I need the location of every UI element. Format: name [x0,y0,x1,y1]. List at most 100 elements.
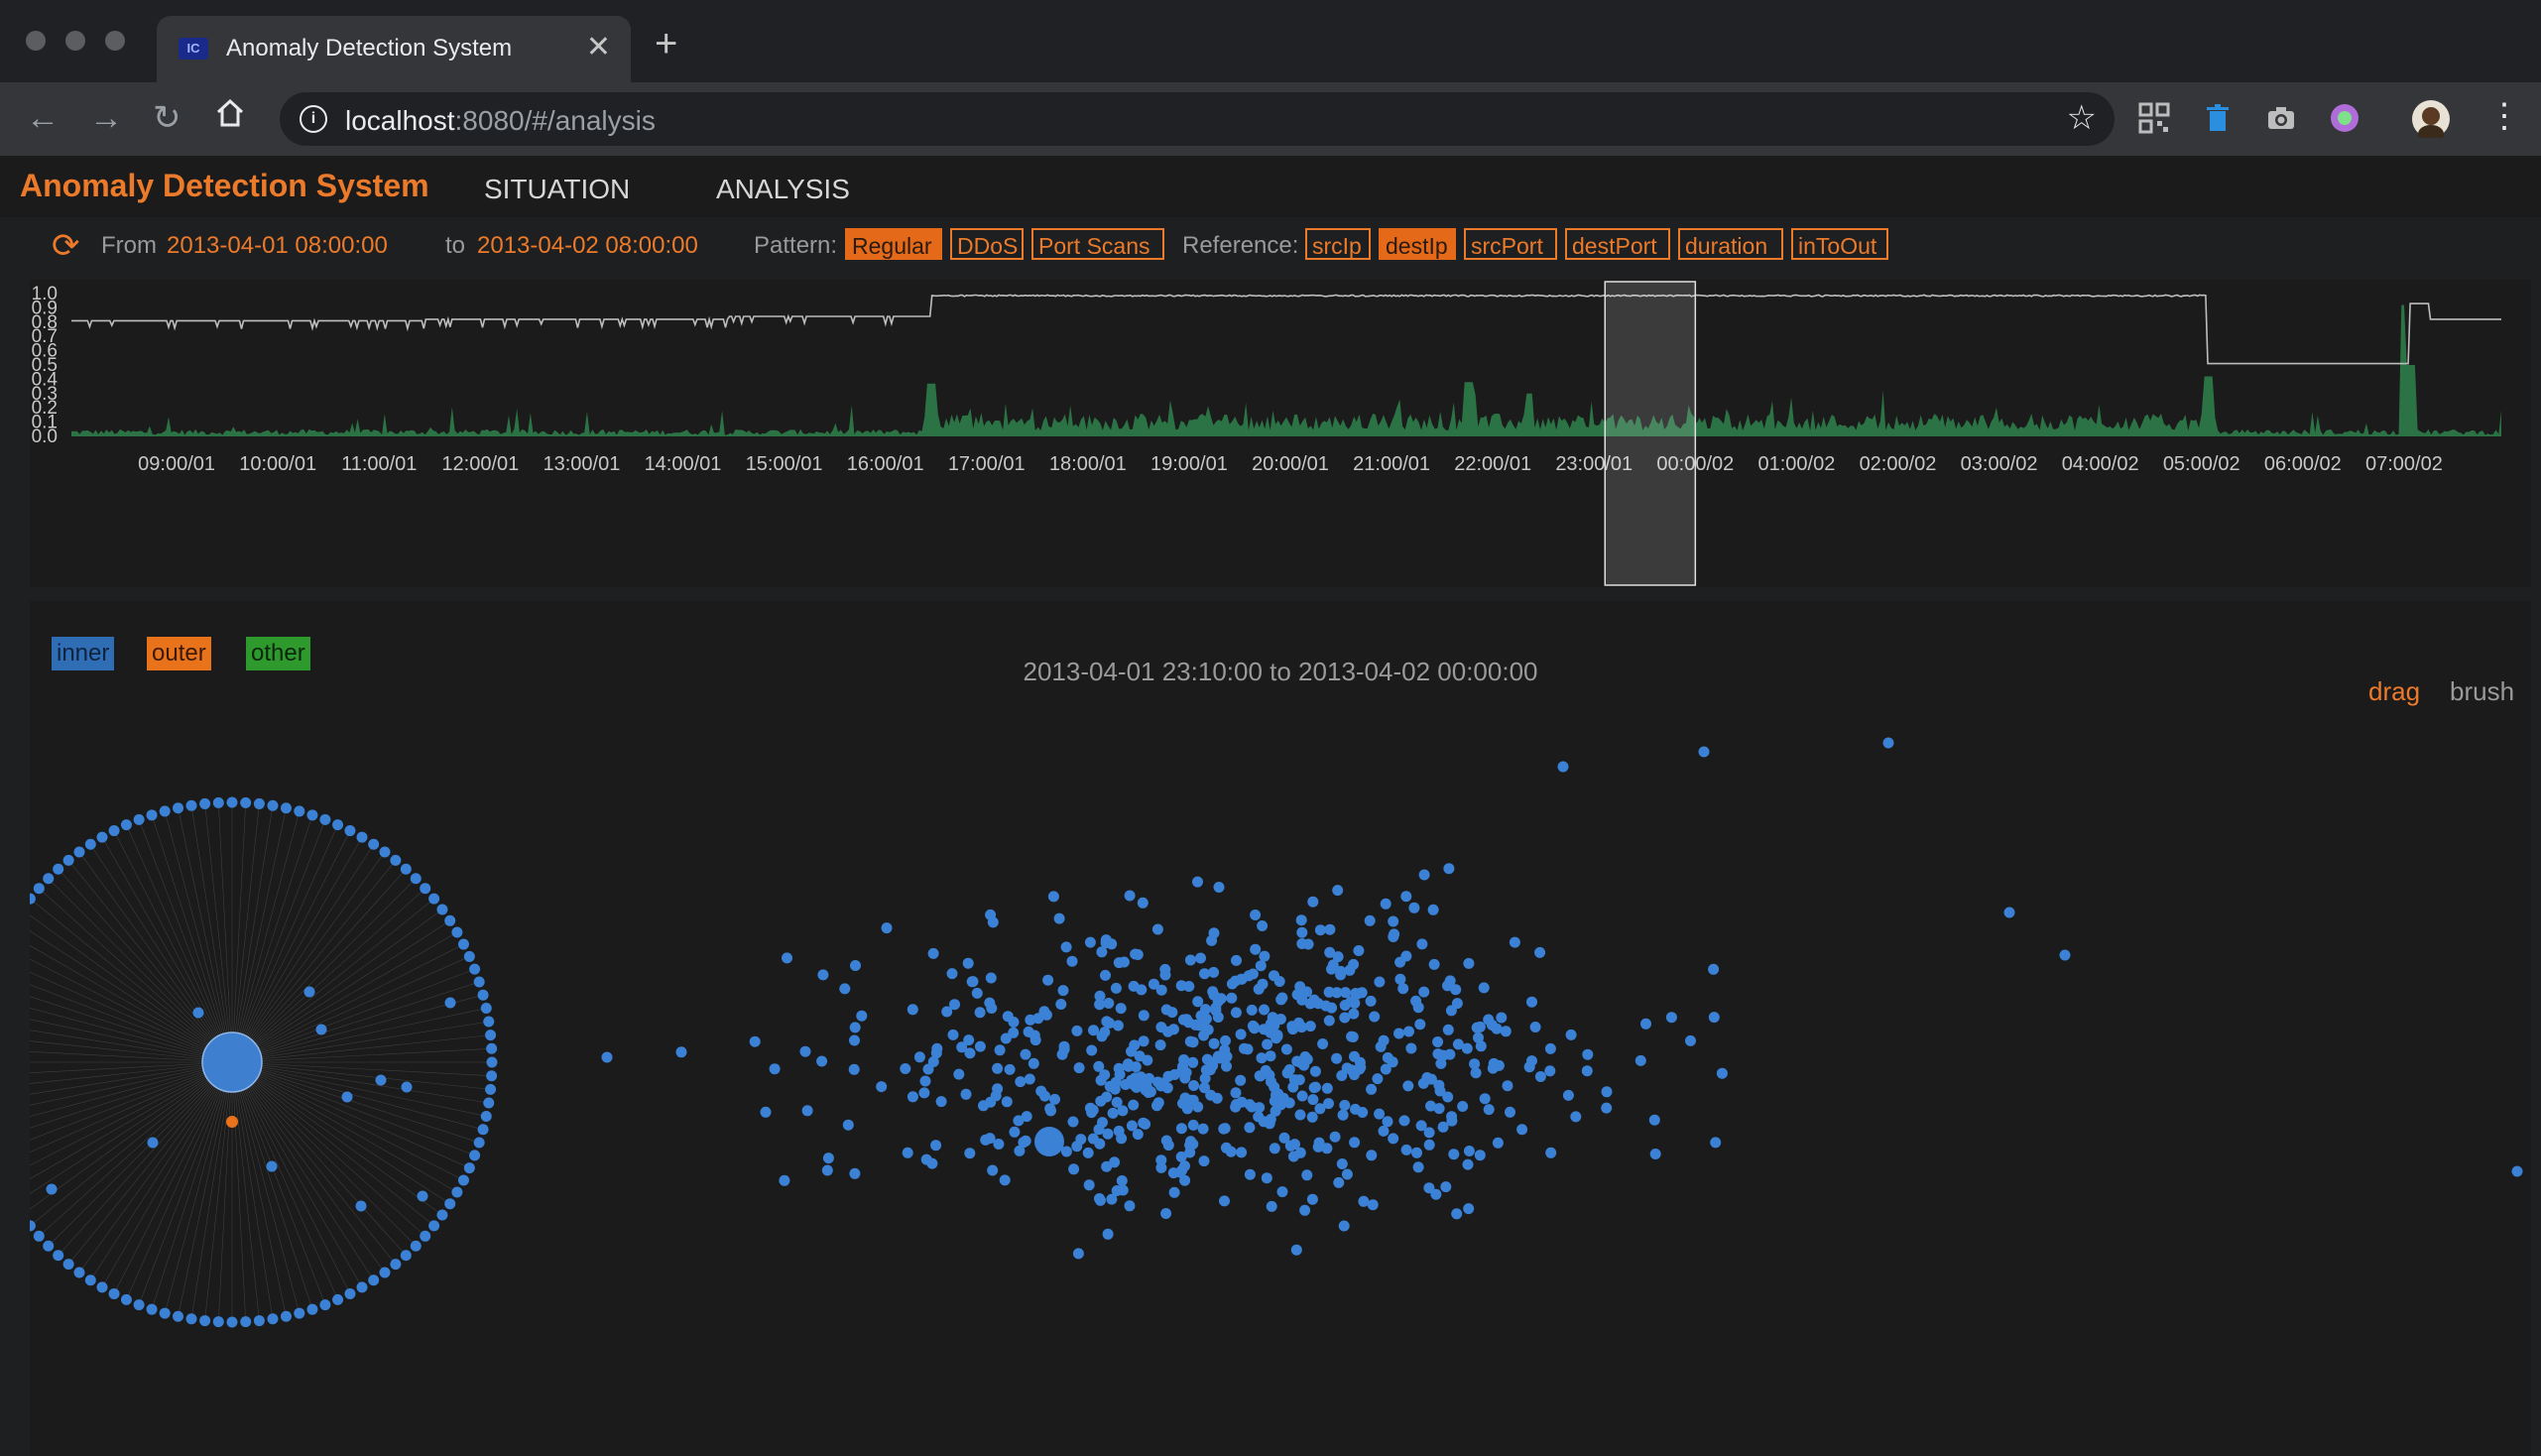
scatter-node[interactable] [842,1119,854,1131]
scatter-node[interactable] [675,1046,687,1058]
scatter-node[interactable] [1142,1054,1153,1066]
scatter-node[interactable] [913,1051,925,1063]
scatter-node[interactable] [985,909,997,920]
ring-node[interactable] [84,1274,96,1286]
scatter-node[interactable] [1273,976,1285,987]
scatter-node[interactable] [1230,1007,1242,1019]
scatter-node[interactable] [856,1010,868,1022]
scatter-node[interactable] [1211,1092,1223,1104]
scatter-node[interactable] [1294,1147,1306,1158]
zoom-window-button[interactable] [105,31,125,51]
scatter-node[interactable] [1230,975,1241,987]
scatter-node[interactable] [1260,1064,1271,1076]
scatter-node[interactable] [962,957,974,969]
scatter-node[interactable] [1565,1029,1577,1040]
ring-node[interactable] [444,1198,456,1210]
scatter-node[interactable] [1192,996,1204,1008]
scatter-node[interactable] [1067,1116,1079,1128]
scatter-node[interactable] [935,1096,947,1108]
scatter-node[interactable] [1382,1116,1393,1128]
scatter-node[interactable] [1195,952,1206,964]
scatter-node[interactable] [1102,1128,1114,1140]
scatter-node[interactable] [1060,941,1072,953]
scatter-node[interactable] [1349,998,1361,1009]
scatter-node[interactable] [1294,1109,1306,1121]
scatter-node[interactable] [1339,1000,1351,1011]
ring-node[interactable] [486,1042,498,1054]
scatter-node[interactable] [1068,1163,1080,1175]
scatter-node[interactable] [1013,1115,1025,1127]
scatter-node[interactable] [930,1140,942,1152]
scatter-node[interactable] [881,922,893,934]
forward-arrow-icon[interactable]: → [89,98,123,138]
browser-tab[interactable]: IC Anomaly Detection System ✕ [157,16,631,82]
scatter-node[interactable] [1463,1146,1475,1156]
scatter-node[interactable] [1492,1137,1504,1149]
browser-menu-icon[interactable]: ⋮ [2487,96,2521,136]
scatter-node[interactable] [1365,995,1377,1007]
ring-node[interactable] [379,1267,391,1278]
scatter-node[interactable] [1710,1137,1722,1149]
scatter-node[interactable] [1321,1082,1333,1094]
scatter-node[interactable] [1161,1082,1173,1094]
scatter-node[interactable] [1155,1154,1167,1166]
scatter-node[interactable] [1008,1027,1020,1038]
scatter-node[interactable] [1255,960,1267,972]
scatter-node[interactable] [1175,1151,1187,1162]
scatter-node[interactable] [315,1024,327,1035]
scatter-node[interactable] [1400,891,1412,903]
scatter-node[interactable] [1502,1080,1513,1092]
new-tab-button[interactable]: + [655,24,677,63]
scatter-node[interactable] [1084,936,1096,948]
scatter-node[interactable] [1339,1099,1351,1111]
scatter-node[interactable] [1231,954,1242,966]
scatter-node[interactable] [1432,1048,1444,1060]
scatter-node[interactable] [1082,1147,1094,1158]
scatter-node[interactable] [1601,1086,1613,1098]
ring-node[interactable] [480,1110,492,1122]
center-node[interactable] [201,1031,263,1093]
scatter-node[interactable] [1257,920,1269,931]
scatter-node[interactable] [1192,876,1203,888]
ring-node[interactable] [410,873,422,885]
ring-node[interactable] [451,926,463,938]
scatter-node[interactable] [1184,954,1196,966]
scatter-node[interactable] [1397,983,1409,995]
scatter-node[interactable] [799,1045,811,1057]
ring-node[interactable] [344,825,356,837]
scatter-node[interactable] [900,1063,911,1074]
scatter-node[interactable] [1544,1065,1556,1077]
scatter-node[interactable] [1208,989,1220,1001]
scatter-node[interactable] [1004,1063,1016,1075]
scatter-node[interactable] [1332,951,1344,963]
scatter-node[interactable] [1246,1101,1258,1113]
scatter-node[interactable] [1226,992,1238,1004]
scatter-node[interactable] [1086,1107,1098,1119]
scatter-node[interactable] [1009,1126,1021,1138]
scatter-node[interactable] [1418,986,1430,998]
ring-node[interactable] [451,1186,463,1198]
scatter-node[interactable] [1394,956,1406,968]
scatter-node[interactable] [1097,1117,1108,1129]
scatter-node[interactable] [1329,1131,1341,1143]
home-icon[interactable] [214,96,246,139]
pattern-port-scans[interactable]: Port Scans [1031,228,1164,260]
scatter-node[interactable] [1148,978,1159,990]
scatter-node[interactable] [1353,945,1365,956]
scatter-node[interactable] [941,1006,953,1018]
scatter-node[interactable] [1423,1139,1435,1151]
ring-node[interactable] [420,1230,431,1242]
scatter-node[interactable] [1374,976,1386,988]
scatter-node[interactable] [1457,1101,1469,1112]
scatter-node[interactable] [1336,1158,1348,1169]
scatter-node[interactable] [1247,968,1259,980]
scatter-node[interactable] [1100,934,1112,946]
scatter-node[interactable] [147,1137,159,1149]
ring-node[interactable] [73,846,85,858]
scatter-node[interactable] [1306,1193,1318,1205]
scatter-node[interactable] [1274,1014,1286,1025]
scatter-node[interactable] [1708,963,1720,975]
scatter-node[interactable] [1160,1004,1172,1016]
scatter-node[interactable] [1452,1038,1464,1050]
scatter-node[interactable] [1323,1015,1335,1027]
